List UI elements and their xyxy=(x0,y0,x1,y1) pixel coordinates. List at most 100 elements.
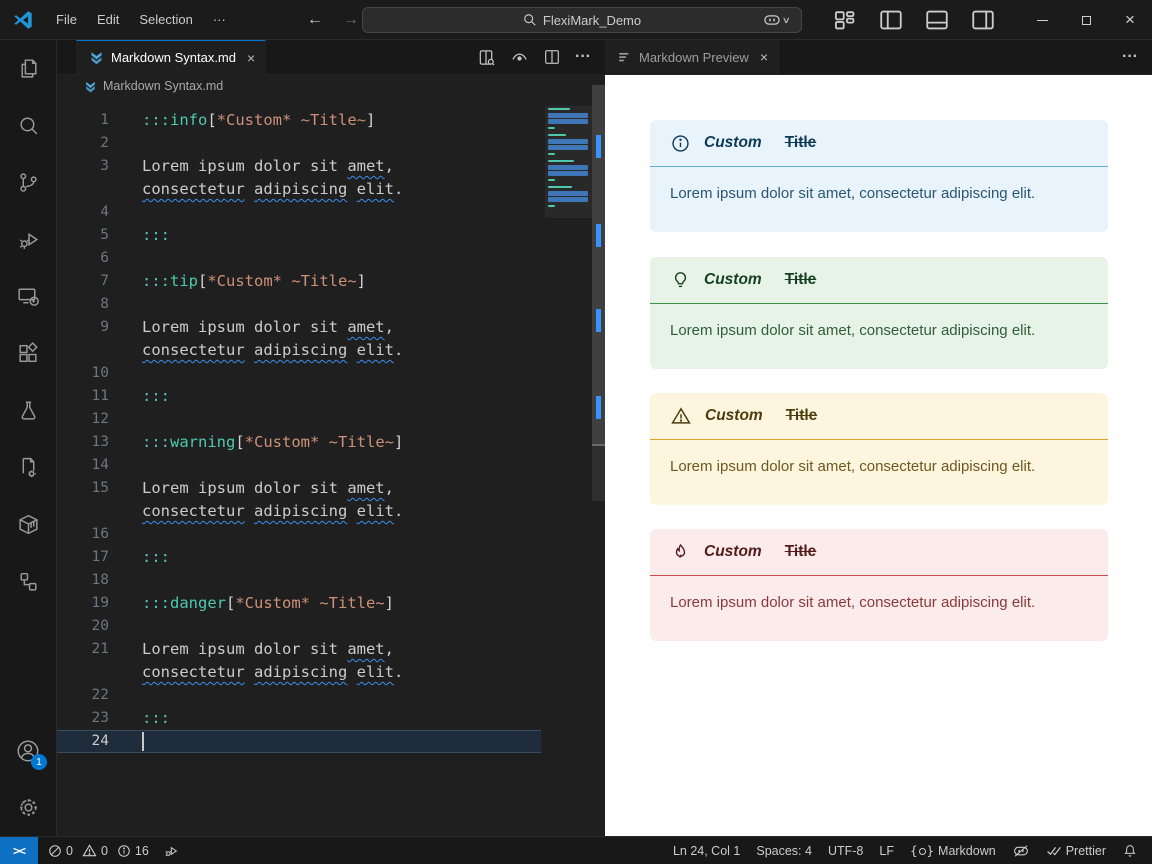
admonition-info: Custom Title Lorem ipsum dolor sit amet, c… xyxy=(650,120,1108,232)
toggle-preview-lock-icon[interactable] xyxy=(510,48,529,67)
cursor-position[interactable]: Ln 24, Col 1 xyxy=(667,840,746,862)
encoding[interactable]: UTF-8 xyxy=(822,840,869,862)
code-line: 11::: xyxy=(57,385,605,408)
sidebar-item-settings[interactable] xyxy=(0,779,56,836)
line-number: 16 xyxy=(91,526,109,542)
notifications[interactable] xyxy=(1116,840,1144,862)
sidebar-item-remote-explorer[interactable] xyxy=(0,268,56,325)
menu-selection[interactable]: Selection xyxy=(129,7,202,33)
line-number: 6 xyxy=(100,250,109,266)
eol-sequence[interactable]: LF xyxy=(873,840,900,862)
tab-close-icon[interactable]: × xyxy=(760,49,768,65)
command-center-search[interactable]: FlexiMark_Demo xyxy=(362,7,802,33)
remote-indicator[interactable]: >< xyxy=(0,836,38,864)
nav-forward-icon[interactable]: → xyxy=(338,11,364,29)
sidebar-item-source-control[interactable] xyxy=(0,154,56,211)
debug-status[interactable] xyxy=(157,840,185,862)
code-line: 18 xyxy=(57,569,605,592)
admonition-title-strikethrough: Title xyxy=(784,134,817,151)
breadcrumb[interactable]: Markdown Syntax.md xyxy=(57,75,605,97)
admonition-warning: Custom Title Lorem ipsum dolor sit amet, c… xyxy=(650,393,1108,505)
admonition-body: Lorem ipsum dolor sit amet, consectetur … xyxy=(670,594,1036,611)
braces-icon: {} xyxy=(909,843,935,858)
gear-icon xyxy=(19,799,37,816)
minimize-button[interactable] xyxy=(1020,0,1064,40)
run-debug-icon xyxy=(19,232,38,249)
admonition-danger: Custom Title Lorem ipsum dolor sit amet, c… xyxy=(650,529,1108,641)
sidebar-item-hierarchy[interactable] xyxy=(0,553,56,610)
code-line: 3 Lorem ipsum dolor sit amet, xyxy=(57,155,605,178)
line-number: 17 xyxy=(91,549,109,565)
line-number: 24 xyxy=(91,733,109,749)
nav-back-icon[interactable]: ← xyxy=(302,11,328,29)
vscode-window: File Edit Selection ··· ← → FlexiMark_De… xyxy=(0,0,1152,864)
tab-markdown-preview[interactable]: Markdown Preview × xyxy=(605,40,780,74)
line-number: 20 xyxy=(91,618,109,634)
source-control-icon xyxy=(19,173,37,192)
indentation[interactable]: Spaces: 4 xyxy=(750,840,818,862)
status-bar: >< 0 0 16 Ln 24, Col 1 Spaces: 4 UTF-8 L… xyxy=(0,836,1152,864)
code-line: 8 xyxy=(57,293,605,316)
tab-close-icon[interactable]: × xyxy=(247,50,255,66)
markdown-file-icon xyxy=(86,81,95,92)
language-mode[interactable]: {} Markdown xyxy=(904,840,1002,862)
editor-scrollbar[interactable] xyxy=(592,85,605,540)
maximize-button[interactable] xyxy=(1064,0,1108,40)
admonition-title-strikethrough: Title xyxy=(784,543,817,560)
scrollbar-divider xyxy=(592,444,605,446)
more-actions-icon[interactable]: ··· xyxy=(1122,48,1138,66)
sidebar-item-run-debug[interactable] xyxy=(0,211,56,268)
toggle-secondary-sidebar-icon[interactable] xyxy=(968,7,998,33)
line-number: 5 xyxy=(100,227,109,243)
toggle-sidebar-icon[interactable] xyxy=(876,7,906,33)
line-number: 1 xyxy=(100,112,109,128)
text-cursor xyxy=(142,732,144,751)
explorer-icon xyxy=(21,59,37,78)
tab-markdown-syntax[interactable]: Markdown Syntax.md × xyxy=(76,40,267,74)
close-window-button[interactable]: × xyxy=(1108,0,1152,40)
more-actions-icon[interactable]: ··· xyxy=(575,48,591,66)
info-count-icon xyxy=(118,844,130,857)
code-line: 10 xyxy=(57,362,605,385)
code-line: 24 xyxy=(57,730,605,753)
warning-count: 0 xyxy=(100,843,108,858)
customize-layout-icon[interactable] xyxy=(830,7,860,33)
sidebar-item-runner[interactable] xyxy=(0,439,56,496)
line-number: 14 xyxy=(91,457,109,473)
sidebar-item-search[interactable] xyxy=(0,97,56,154)
copilot-menu[interactable]: ∨ xyxy=(762,10,791,30)
minimap[interactable] xyxy=(545,106,592,218)
code-line: 21 Lorem ipsum dolor sit amet, xyxy=(57,638,605,661)
problems-indicator[interactable]: 0 0 16 xyxy=(42,840,155,862)
account-badge: 1 xyxy=(31,754,47,770)
scrollbar-track xyxy=(592,446,605,501)
flame-icon xyxy=(670,542,691,563)
code-line: 13:::warning[*Custom* ~Title~] xyxy=(57,431,605,454)
markdown-preview-pane[interactable]: Custom Title Lorem ipsum dolor sit amet, c… xyxy=(605,75,1152,836)
toggle-panel-icon[interactable] xyxy=(922,7,952,33)
code-line: 6 xyxy=(57,247,605,270)
sidebar-item-extensions[interactable] xyxy=(0,325,56,382)
admonition-header: Custom Title xyxy=(650,393,1108,440)
code-line: 17::: xyxy=(57,546,605,569)
open-preview-side-icon[interactable] xyxy=(477,48,496,67)
code-line: 1:::info[*Custom* ~Title~] xyxy=(57,109,605,132)
copilot-icon xyxy=(764,15,781,25)
code-line: 16 xyxy=(57,523,605,546)
menu-overflow[interactable]: ··· xyxy=(203,7,236,33)
sidebar-item-account[interactable]: 1 xyxy=(0,722,56,779)
copilot-status[interactable] xyxy=(1006,840,1036,862)
code-editor[interactable]: 1:::info[*Custom* ~Title~] 2 3 Lorem ipsum … xyxy=(57,97,605,836)
menu-edit[interactable]: Edit xyxy=(87,7,129,33)
extensions-icon xyxy=(18,342,38,363)
split-editor-icon[interactable] xyxy=(543,48,561,66)
admonition-body: Lorem ipsum dolor sit amet, consectetur … xyxy=(670,458,1036,475)
search-icon xyxy=(19,117,37,135)
sidebar-item-testing[interactable] xyxy=(0,382,56,439)
sidebar-item-explorer[interactable] xyxy=(0,40,56,97)
code-line: 22 xyxy=(57,684,605,707)
sidebar-item-containers[interactable] xyxy=(0,496,56,553)
breadcrumb-file: Markdown Syntax.md xyxy=(103,79,224,93)
formatter-status[interactable]: Prettier xyxy=(1040,840,1112,862)
menu-file[interactable]: File xyxy=(46,7,87,33)
